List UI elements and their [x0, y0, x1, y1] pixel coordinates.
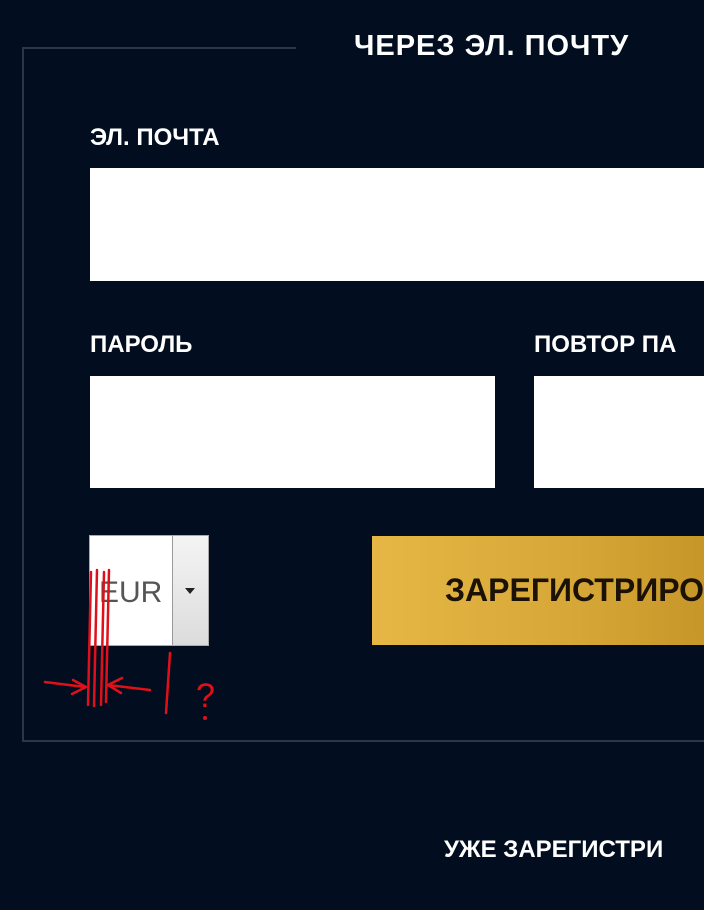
chevron-down-icon	[185, 588, 195, 594]
already-registered-link[interactable]: УЖЕ ЗАРЕГИСТРИ	[444, 836, 663, 864]
frame-border-bottom	[22, 740, 704, 742]
password-label: ПАРОЛЬ	[90, 331, 193, 358]
email-label: ЭЛ. ПОЧТА	[90, 124, 220, 151]
frame-border-top	[22, 47, 296, 49]
currency-select[interactable]: EUR	[89, 535, 209, 646]
repeat-password-label: ПОВТОР ПА	[534, 331, 677, 358]
registration-panel: ЧЕРЕЗ ЭЛ. ПОЧТУ ЭЛ. ПОЧТА ПАРОЛЬ ПОВТОР …	[0, 0, 704, 910]
email-field[interactable]	[90, 168, 704, 281]
register-button[interactable]: ЗАРЕГИСТРИРО	[372, 536, 704, 645]
repeat-password-field[interactable]	[534, 376, 704, 488]
password-field[interactable]	[90, 376, 495, 488]
section-title: ЧЕРЕЗ ЭЛ. ПОЧТУ	[354, 30, 630, 62]
register-button-label: ЗАРЕГИСТРИРО	[445, 572, 704, 608]
frame-border-left	[22, 47, 24, 742]
currency-dropdown-button[interactable]	[172, 536, 208, 645]
currency-selected-value: EUR	[99, 576, 163, 609]
